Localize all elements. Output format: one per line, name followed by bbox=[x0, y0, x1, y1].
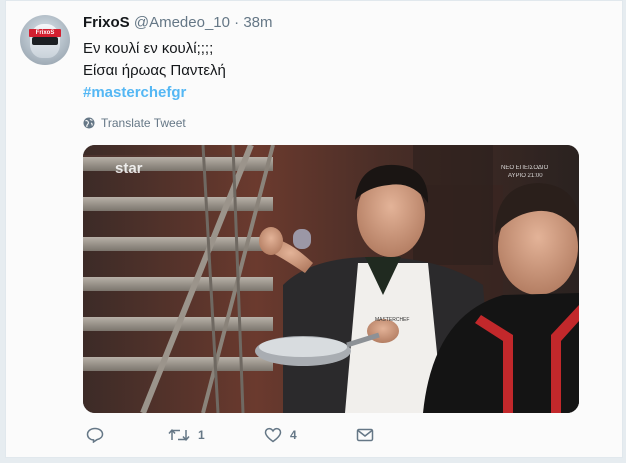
direct-message-button[interactable] bbox=[356, 427, 374, 443]
translate-label: Translate Tweet bbox=[101, 116, 186, 130]
channel-logo: star bbox=[115, 160, 143, 177]
tweet-text: Εν κουλί εν κουλί;;;; Είσαι ήρωας Παντελ… bbox=[83, 38, 226, 104]
translate-tweet-link[interactable]: Translate Tweet bbox=[83, 116, 186, 130]
envelope-icon bbox=[356, 428, 374, 442]
heart-icon bbox=[264, 427, 282, 443]
tweet-media-image[interactable]: star ΝΕΟ ΕΠΕΙΣΟΔΙΟ ΑΥΡΙΟ 21:00 MASTERCHE… bbox=[83, 145, 579, 413]
tweet-timestamp[interactable]: 38m bbox=[243, 14, 272, 31]
promo-line-1: ΝΕΟ ΕΠΕΙΣΟΔΙΟ bbox=[501, 165, 549, 171]
retweet-button[interactable]: 1 bbox=[168, 427, 264, 443]
retweet-count: 1 bbox=[198, 428, 205, 442]
tweet-header: FrixoS @Amedeo_10 · 38m bbox=[83, 14, 273, 31]
retweet-icon bbox=[168, 429, 190, 441]
tweet-text-line: Εν κουλί εν κουλί;;;; bbox=[83, 40, 214, 57]
tweet-text-line: Είσαι ήρωας Παντελή bbox=[83, 62, 226, 79]
apron-logo: MASTERCHEF bbox=[375, 317, 409, 323]
display-name[interactable]: FrixoS bbox=[83, 14, 130, 31]
avatar-brand-label: FrixoS bbox=[29, 29, 61, 37]
hashtag-link[interactable]: #masterchefgr bbox=[83, 82, 226, 104]
like-button[interactable]: 4 bbox=[264, 427, 356, 443]
like-count: 4 bbox=[290, 428, 297, 442]
globe-icon bbox=[83, 117, 95, 129]
reply-button[interactable] bbox=[86, 427, 168, 443]
tweet-actions: 1 4 bbox=[86, 427, 374, 443]
promo-line-2: ΑΥΡΙΟ 21:00 bbox=[508, 173, 543, 179]
separator-dot: · bbox=[234, 14, 240, 31]
reply-icon bbox=[86, 427, 104, 443]
tweet-card[interactable]: FrixoS FrixoS @Amedeo_10 · 38m Εν κουλί … bbox=[5, 0, 623, 458]
user-handle[interactable]: @Amedeo_10 bbox=[134, 14, 230, 31]
avatar-visor bbox=[32, 37, 58, 45]
avatar[interactable]: FrixoS bbox=[20, 15, 70, 65]
kitchen-scene: star ΝΕΟ ΕΠΕΙΣΟΔΙΟ ΑΥΡΙΟ 21:00 MASTERCHE… bbox=[83, 145, 579, 413]
